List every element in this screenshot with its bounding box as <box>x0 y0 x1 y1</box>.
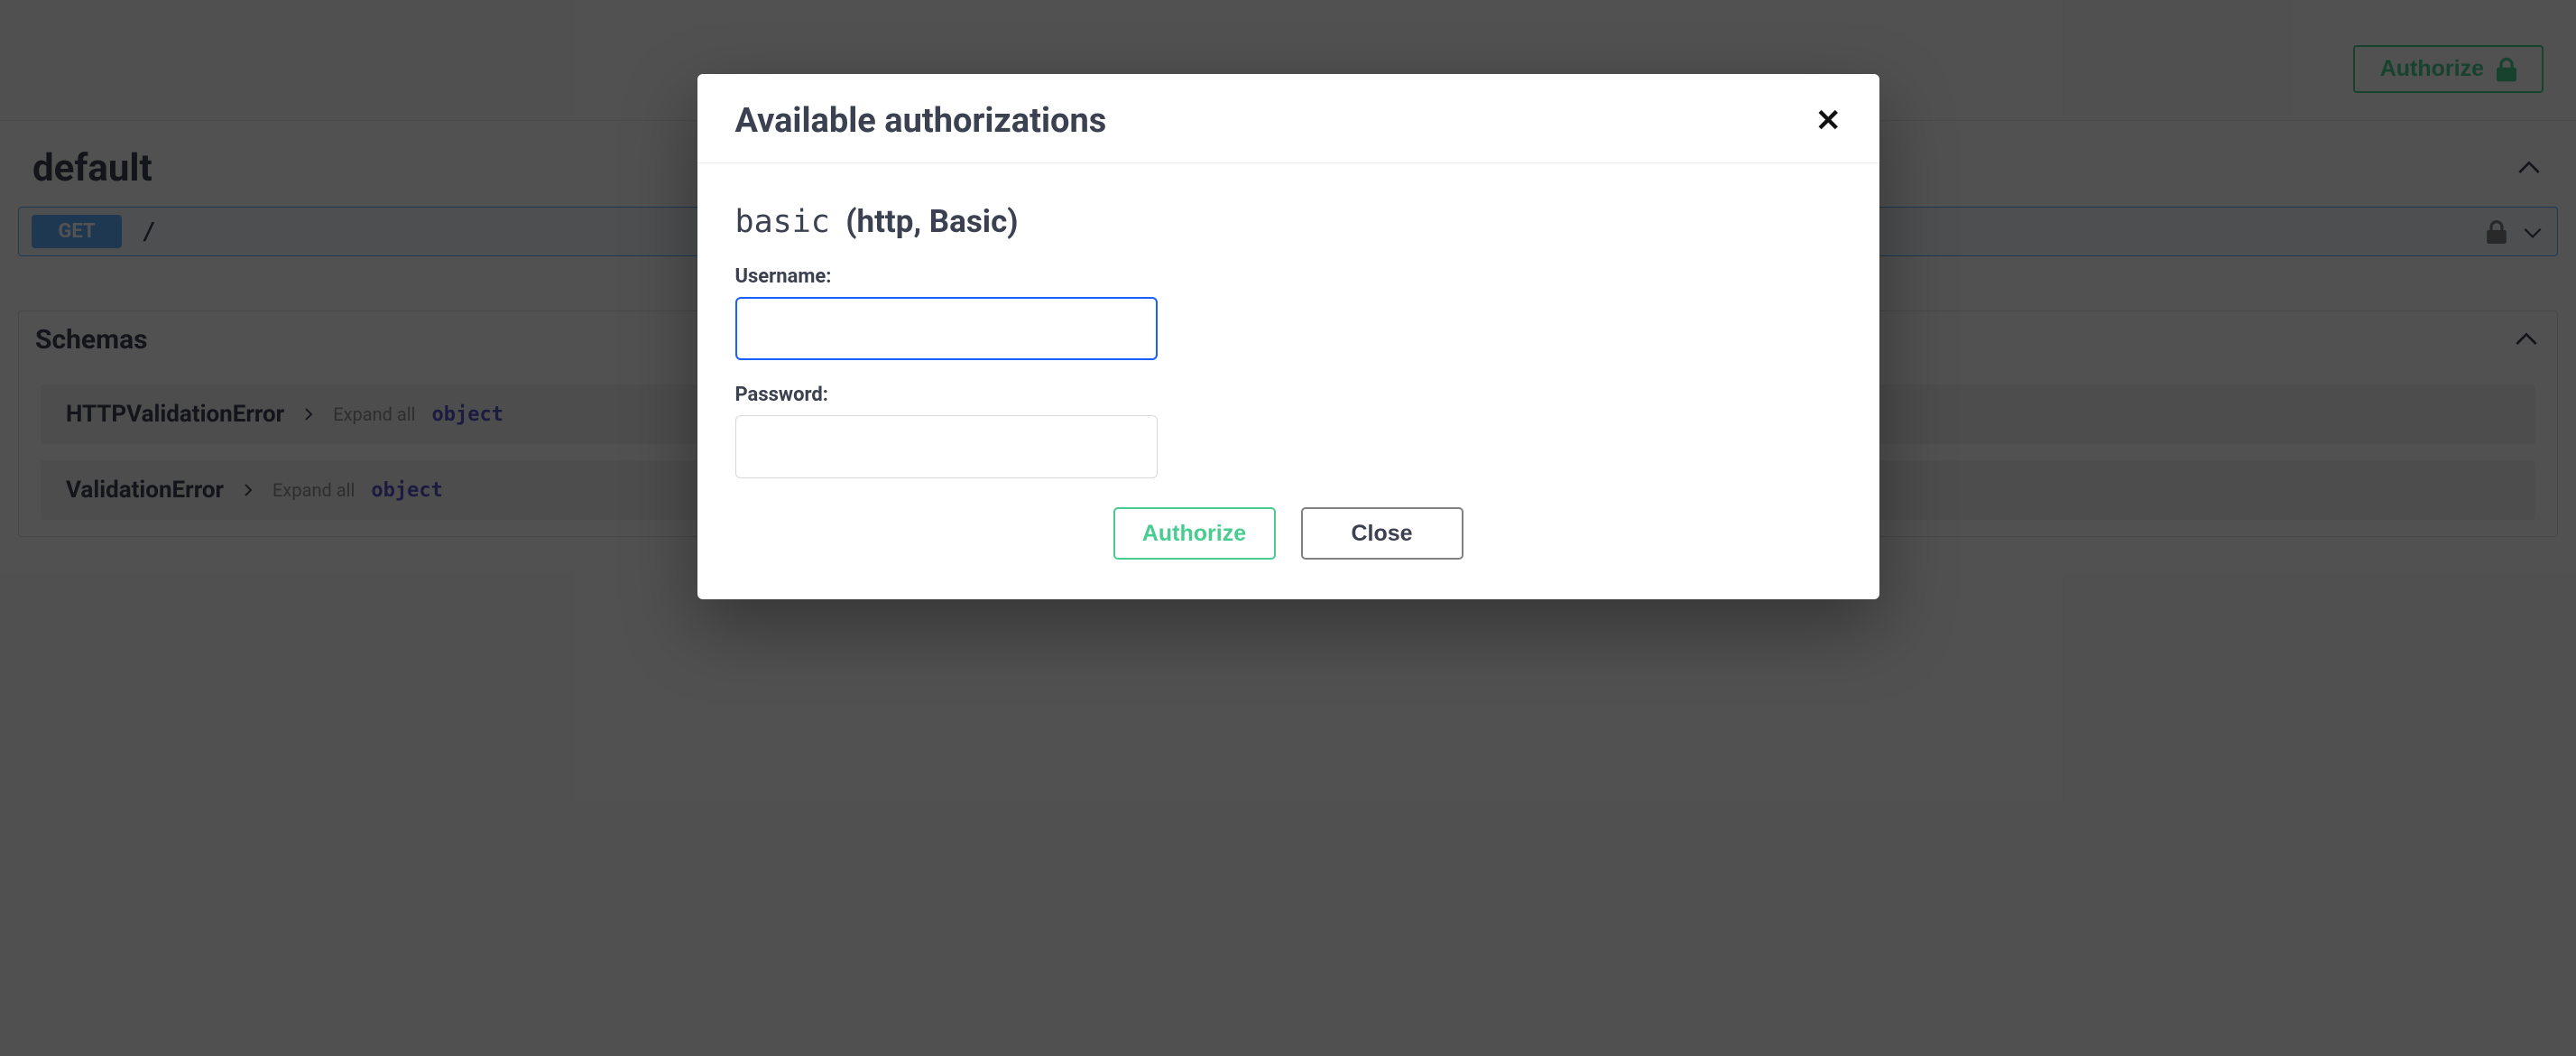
auth-scheme-desc: (http, Basic) <box>845 203 1018 240</box>
authorizations-modal: Available authorizations ✕ basic (http, … <box>697 74 1879 599</box>
modal-close-button[interactable]: Close <box>1301 507 1463 560</box>
close-icon[interactable]: ✕ <box>1815 106 1842 136</box>
auth-scheme-name: basic <box>735 204 830 240</box>
password-input[interactable] <box>735 415 1158 478</box>
username-label: Username: <box>735 265 1842 288</box>
modal-body: basic (http, Basic) Username: Password: … <box>697 163 1879 599</box>
modal-title: Available authorizations <box>735 101 1107 141</box>
username-input[interactable] <box>735 297 1158 360</box>
modal-actions: Authorize Close <box>735 507 1842 560</box>
modal-header: Available authorizations ✕ <box>697 74 1879 163</box>
modal-overlay[interactable]: Available authorizations ✕ basic (http, … <box>0 0 2576 1056</box>
modal-authorize-button[interactable]: Authorize <box>1113 507 1276 560</box>
auth-scheme-heading: basic (http, Basic) <box>735 203 1842 240</box>
password-label: Password: <box>735 384 1842 406</box>
